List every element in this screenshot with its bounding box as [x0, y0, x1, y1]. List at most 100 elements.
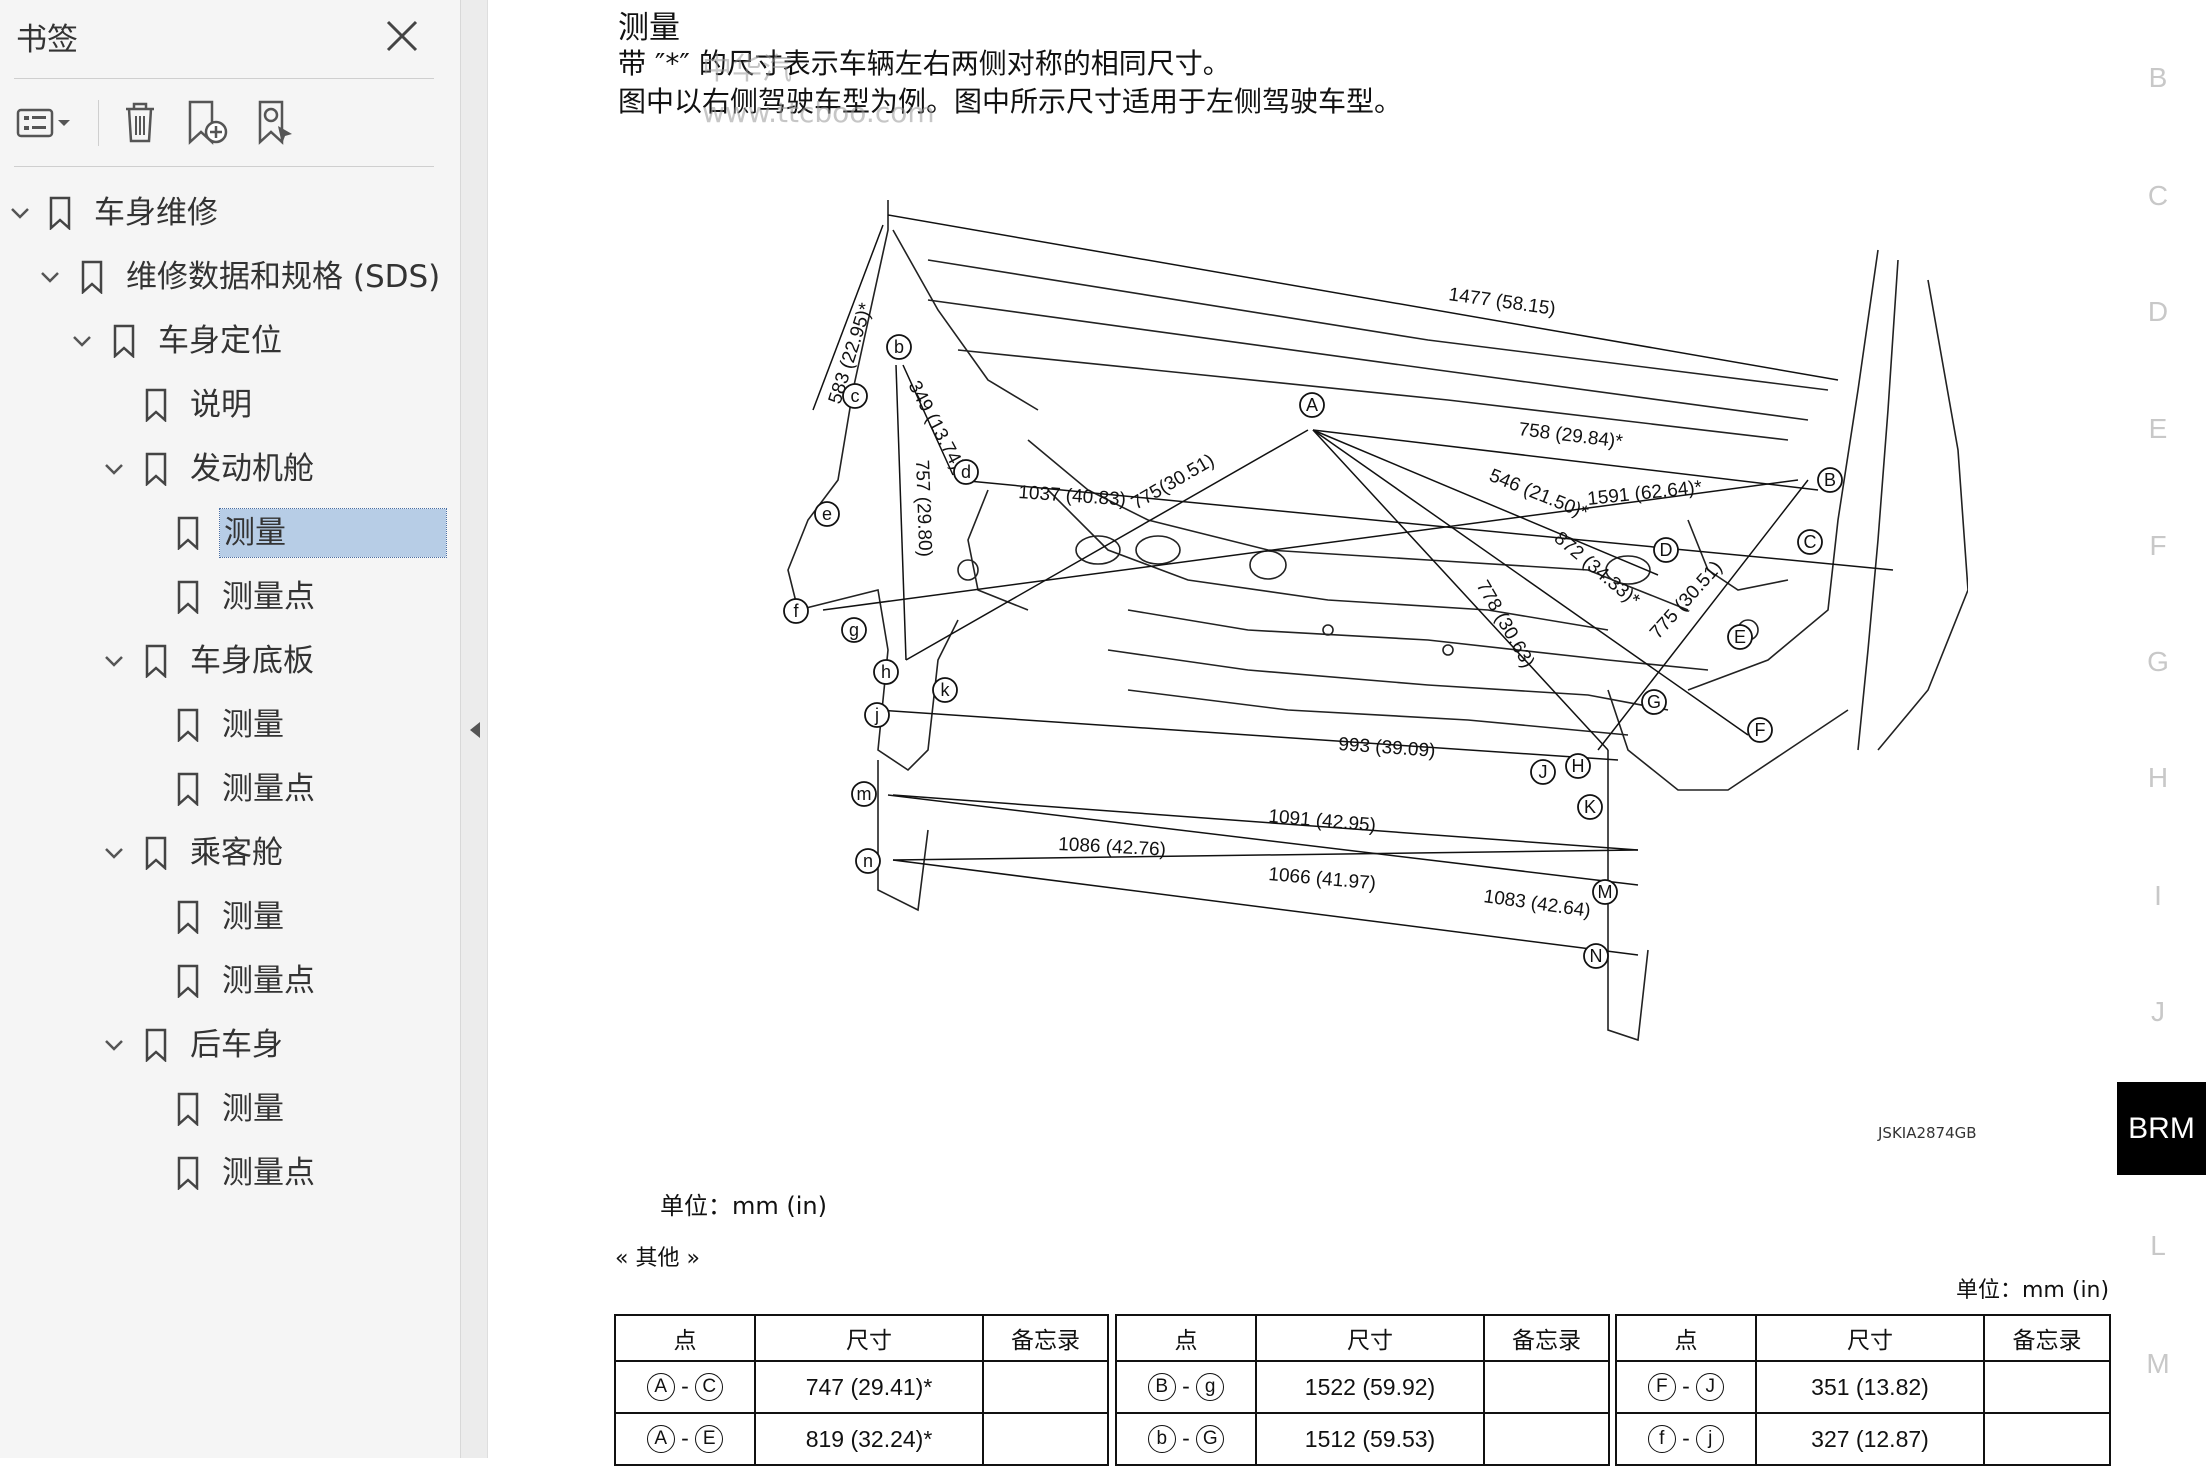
index-tab-j[interactable]: J — [2140, 996, 2176, 1028]
bookmark-item[interactable]: 发动机舱 — [0, 439, 460, 499]
index-tab-l[interactable]: L — [2140, 1230, 2176, 1262]
point-marker: F — [1747, 717, 1773, 743]
bookmark-item[interactable]: 车身定位 — [0, 311, 460, 371]
bookmark-item[interactable]: 测量 — [0, 695, 460, 755]
size-cell: 1512 (59.53) — [1255, 1412, 1485, 1466]
bookmark-item[interactable]: 车身底板 — [0, 631, 460, 691]
point-marker: n — [855, 848, 881, 874]
dim-label: 1037 (40.83) — [1018, 482, 1127, 510]
svg-text:c: c — [851, 386, 860, 406]
svg-text:K: K — [1584, 797, 1596, 817]
dim-label: 993 (39.09) — [1338, 734, 1436, 762]
index-tab-e[interactable]: E — [2140, 413, 2176, 445]
bookmark-label: 测量点 — [222, 1155, 315, 1191]
index-tab-brm-active[interactable]: BRM — [2117, 1082, 2206, 1175]
index-tab-b[interactable]: B — [2140, 62, 2176, 94]
bookmark-item[interactable]: 测量点 — [0, 567, 460, 627]
svg-text:n: n — [863, 851, 873, 871]
bookmark-item[interactable]: 测量点 — [0, 951, 460, 1011]
bookmark-icon — [145, 452, 167, 486]
bookmark-icon — [81, 260, 103, 294]
col-header: 点 — [614, 1314, 756, 1362]
divider — [14, 166, 434, 167]
bookmark-icon — [145, 644, 167, 678]
chevron-down-icon[interactable] — [38, 265, 62, 289]
bookmark-icon — [177, 964, 199, 998]
memo-cell — [1983, 1360, 2111, 1414]
size-cell: 819 (32.24)* — [754, 1412, 984, 1466]
bookmark-label: 测量 — [219, 508, 447, 558]
chevron-down-icon[interactable] — [102, 1033, 126, 1057]
other-link[interactable]: « 其他 » — [615, 1240, 700, 1272]
page-heading: 测量 — [618, 10, 680, 46]
bookmark-item[interactable]: 车身维修 — [0, 183, 460, 243]
bookmark-item[interactable]: 后车身 — [0, 1015, 460, 1075]
bookmark-item-selected[interactable]: 测量 — [0, 503, 460, 563]
col-header: 备忘录 — [1983, 1314, 2111, 1362]
bookmark-label: 测量 — [222, 899, 284, 935]
measurement-table: 点尺寸 备忘录 F - J 351 (13.82) f - j 327 (12.8… — [1615, 1314, 2111, 1466]
index-tab-m[interactable]: M — [2140, 1348, 2176, 1380]
point-marker: M — [1592, 879, 1618, 905]
toolbar-separator — [98, 100, 99, 146]
index-tab-c[interactable]: C — [2140, 180, 2176, 212]
svg-text:j: j — [874, 705, 879, 725]
index-tab-i[interactable]: I — [2140, 880, 2176, 912]
point-pair: A - C — [614, 1360, 756, 1414]
svg-text:B: B — [1824, 470, 1836, 490]
bookmark-icon — [145, 836, 167, 870]
close-icon[interactable] — [380, 14, 424, 58]
bookmark-item[interactable]: 说明 — [0, 375, 460, 435]
chevron-down-icon[interactable] — [102, 457, 126, 481]
bookmark-item[interactable]: 维修数据和规格 (SDS) — [0, 247, 460, 307]
bookmark-icon — [177, 580, 199, 614]
point-pair: A - E — [614, 1412, 756, 1466]
add-bookmark-icon[interactable] — [176, 96, 236, 148]
chevron-down-icon[interactable] — [8, 201, 32, 225]
collapse-panel-icon[interactable] — [466, 718, 484, 742]
dim-label: 1591 (62.64)* — [1586, 477, 1703, 510]
unit-label: 单位：mm (in) — [660, 1192, 827, 1220]
point-marker: C — [1797, 529, 1823, 555]
point-marker: e — [814, 501, 840, 527]
point-marker: K — [1577, 794, 1603, 820]
find-bookmark-icon[interactable] — [246, 96, 306, 148]
col-header: 尺寸 — [754, 1314, 984, 1362]
bookmark-item[interactable]: 测量 — [0, 1079, 460, 1139]
bookmark-item[interactable]: 测量点 — [0, 759, 460, 819]
index-tab-h[interactable]: H — [2140, 762, 2176, 794]
bookmark-label: 测量点 — [222, 963, 315, 999]
point-pair: B - g — [1115, 1360, 1257, 1414]
index-tab-f[interactable]: F — [2140, 530, 2176, 562]
index-tab-d[interactable]: D — [2140, 296, 2176, 328]
unit-label: 单位：mm (in) — [1956, 1278, 2110, 1303]
bookmarks-toolbar — [0, 88, 460, 158]
delete-icon[interactable] — [110, 96, 170, 148]
dim-label: 758 (29.84)* — [1517, 419, 1624, 453]
size-cell: 327 (12.87) — [1755, 1412, 1985, 1466]
watermark-text: 中华汽 — [702, 52, 792, 87]
chevron-down-icon[interactable] — [70, 329, 94, 353]
size-cell: 351 (13.82) — [1755, 1360, 1985, 1414]
bookmark-item[interactable]: 测量点 — [0, 1143, 460, 1203]
point-marker: A — [1299, 392, 1325, 418]
index-tab-g[interactable]: G — [2140, 646, 2176, 678]
bookmark-label: 后车身 — [190, 1027, 283, 1063]
bookmark-label: 测量点 — [222, 579, 315, 615]
bookmark-icon — [177, 708, 199, 742]
svg-text:h: h — [881, 662, 891, 682]
bookmark-label: 车身维修 — [94, 195, 218, 231]
options-menu-icon[interactable] — [10, 96, 80, 148]
memo-cell — [1483, 1412, 1610, 1466]
point-pair: f - j — [1615, 1412, 1757, 1466]
table-row: f - j 327 (12.87) — [1615, 1412, 2111, 1466]
bookmark-icon — [145, 388, 167, 422]
engine-compartment-diagram: 1477 (58.15) 583 (22.95)* 349 (13.74)* 7… — [783, 200, 1968, 1042]
bookmark-item[interactable]: 测量 — [0, 887, 460, 947]
svg-text:J: J — [1539, 762, 1548, 782]
chevron-down-icon[interactable] — [102, 649, 126, 673]
bookmark-label: 测量 — [222, 1091, 284, 1127]
bookmark-item[interactable]: 乘客舱 — [0, 823, 460, 883]
chevron-down-icon[interactable] — [102, 841, 126, 865]
point-pair: F - J — [1615, 1360, 1757, 1414]
